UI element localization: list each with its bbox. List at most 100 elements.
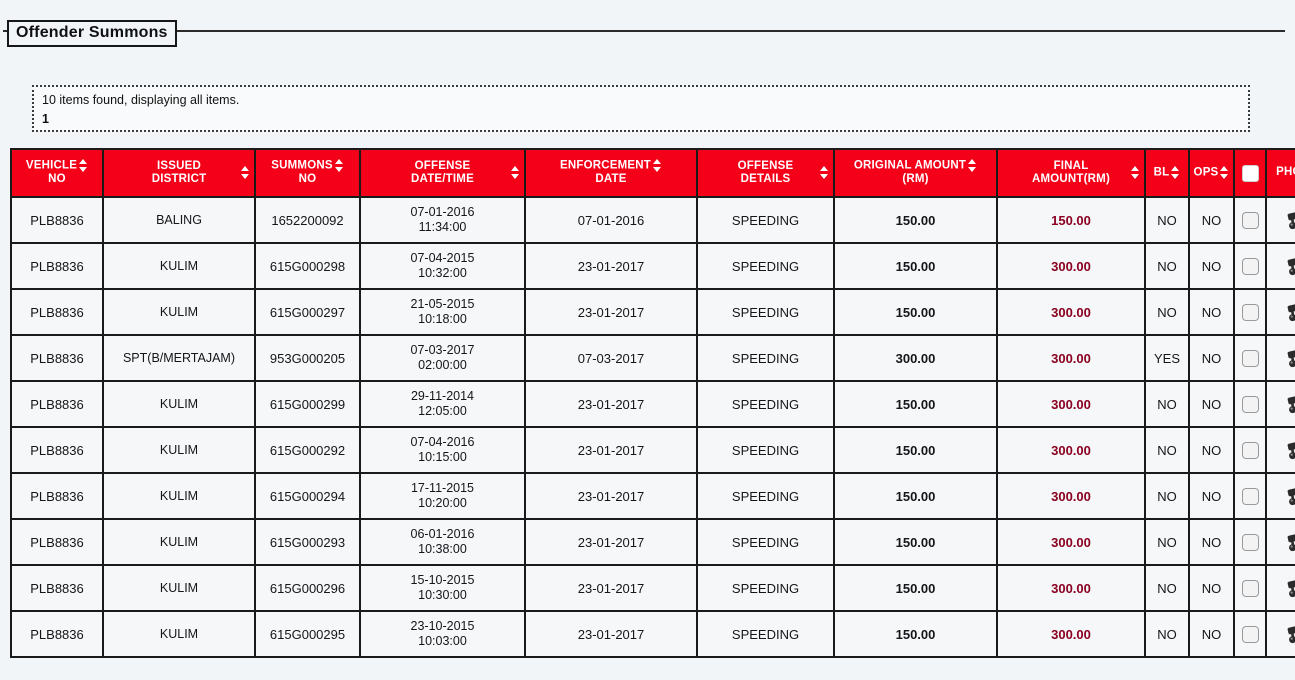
cell-row-select[interactable] — [1233, 380, 1267, 428]
summons-table-wrapper: VEHICLE NO ISSUED DISTRICT SUMMONS NO OF… — [10, 148, 1295, 658]
cell-row-select[interactable] — [1233, 564, 1267, 612]
cell-summons-no: 953G000205 — [254, 334, 361, 382]
cell-photo[interactable] — [1265, 334, 1295, 382]
results-info-box: 10 items found, displaying all items. 1 — [32, 85, 1250, 132]
cell-offense-datetime: 07-04-2016 10:15:00 — [359, 426, 526, 474]
cell-offense-details: SPEEDING — [696, 196, 835, 244]
cell-photo[interactable] — [1265, 380, 1295, 428]
column-header-select-all[interactable] — [1233, 148, 1267, 198]
row-select-checkbox[interactable] — [1241, 533, 1259, 551]
panel-legend-wrapper: Offender Summons — [7, 20, 177, 47]
row-select-checkbox[interactable] — [1241, 441, 1259, 459]
cell-issued-district: BALING — [102, 196, 256, 244]
row-select-checkbox[interactable] — [1241, 395, 1259, 413]
pagination-current-page[interactable]: 1 — [42, 111, 1240, 127]
row-select-checkbox[interactable] — [1241, 211, 1259, 229]
view-photo-button[interactable] — [1285, 393, 1295, 415]
column-header-bl[interactable]: BL — [1144, 148, 1190, 198]
header-label-enforcement-date-line1: ENFORCEMENT — [559, 159, 651, 172]
cell-photo[interactable] — [1265, 564, 1295, 612]
view-photo-button[interactable] — [1285, 577, 1295, 599]
cell-row-select[interactable] — [1233, 426, 1267, 474]
sort-arrows-icon[interactable] — [241, 166, 250, 179]
cell-offense-datetime: 07-03-2017 02:00:00 — [359, 334, 526, 382]
cell-summons-no: 1652200092 — [254, 196, 361, 244]
select-all-checkbox[interactable] — [1241, 164, 1259, 182]
cell-photo[interactable] — [1265, 426, 1295, 474]
row-select-checkbox[interactable] — [1241, 487, 1259, 505]
view-photo-button[interactable] — [1285, 255, 1295, 277]
sort-arrows-icon[interactable] — [1131, 166, 1140, 179]
cell-photo[interactable] — [1265, 196, 1295, 244]
cell-enforcement-date: 23-01-2017 — [524, 426, 698, 474]
cell-offense-datetime: 07-01-2016 11:34:00 — [359, 196, 526, 244]
column-header-ops[interactable]: OPS — [1188, 148, 1235, 198]
header-label-issued-district-line1: ISSUED — [156, 159, 202, 172]
row-select-checkbox[interactable] — [1241, 625, 1259, 643]
cell-row-select[interactable] — [1233, 610, 1267, 658]
column-header-summons-no[interactable]: SUMMONS NO — [254, 148, 361, 198]
cell-offense-details: SPEEDING — [696, 564, 835, 612]
cell-final-amount: 300.00 — [996, 380, 1146, 428]
column-header-issued-district[interactable]: ISSUED DISTRICT — [102, 148, 256, 198]
view-photo-button[interactable] — [1285, 439, 1295, 461]
cell-issued-district: KULIM — [102, 380, 256, 428]
view-photo-button[interactable] — [1285, 301, 1295, 323]
cell-vehicle-no: PLB8836 — [10, 288, 104, 336]
summons-table-body: PLB8836 BALING 1652200092 07-01-2016 11:34:0… — [10, 196, 1295, 658]
view-photo-button[interactable] — [1285, 531, 1295, 553]
cell-original-amount: 150.00 — [833, 472, 998, 520]
cctv-camera-icon — [1287, 626, 1295, 644]
header-label-final-amount-line2: AMOUNT(RM) — [1031, 173, 1110, 185]
cell-enforcement-date: 07-03-2017 — [524, 334, 698, 382]
column-header-original-amount[interactable]: ORIGINAL AMOUNT (RM) — [833, 148, 998, 198]
cell-enforcement-date: 23-01-2017 — [524, 380, 698, 428]
column-header-enforcement-date[interactable]: ENFORCEMENT DATE — [524, 148, 698, 198]
cctv-camera-icon — [1287, 534, 1295, 552]
sort-arrows-icon[interactable] — [511, 166, 520, 179]
offense-time: 10:20:00 — [418, 496, 467, 510]
cell-photo[interactable] — [1265, 518, 1295, 566]
cell-ops-flag: NO — [1188, 288, 1235, 336]
cell-vehicle-no: PLB8836 — [10, 334, 104, 382]
column-header-offense-details[interactable]: OFFENSE DETAILS — [696, 148, 835, 198]
offense-date: 06-01-2016 — [410, 527, 475, 541]
cell-row-select[interactable] — [1233, 472, 1267, 520]
column-header-vehicle-no[interactable]: VEHICLE NO — [10, 148, 104, 198]
header-label-bl: BL — [1153, 166, 1170, 179]
sort-arrows-icon[interactable] — [820, 166, 829, 179]
row-select-checkbox[interactable] — [1241, 257, 1259, 275]
sort-arrows-icon[interactable] — [79, 159, 88, 173]
cell-summons-no: 615G000293 — [254, 518, 361, 566]
cell-photo[interactable] — [1265, 610, 1295, 658]
cell-original-amount: 150.00 — [833, 426, 998, 474]
cell-enforcement-date: 07-01-2016 — [524, 196, 698, 244]
row-select-checkbox[interactable] — [1241, 303, 1259, 321]
cell-row-select[interactable] — [1233, 288, 1267, 336]
cell-offense-datetime: 21-05-2015 10:18:00 — [359, 288, 526, 336]
cell-final-amount: 150.00 — [996, 196, 1146, 244]
cell-row-select[interactable] — [1233, 334, 1267, 382]
cell-photo[interactable] — [1265, 288, 1295, 336]
cell-row-select[interactable] — [1233, 242, 1267, 290]
view-photo-button[interactable] — [1285, 623, 1295, 645]
column-header-final-amount[interactable]: FINAL AMOUNT(RM) — [996, 148, 1146, 198]
cell-bl-flag: NO — [1144, 472, 1190, 520]
view-photo-button[interactable] — [1285, 209, 1295, 231]
row-select-checkbox[interactable] — [1241, 349, 1259, 367]
sort-arrows-icon[interactable] — [334, 159, 344, 173]
summons-table-head: VEHICLE NO ISSUED DISTRICT SUMMONS NO OF… — [10, 148, 1295, 198]
view-photo-button[interactable] — [1285, 485, 1295, 507]
cell-photo[interactable] — [1265, 242, 1295, 290]
cell-row-select[interactable] — [1233, 196, 1267, 244]
cell-original-amount: 300.00 — [833, 334, 998, 382]
column-header-offense-datetime[interactable]: OFFENSE DATE/TIME — [359, 148, 526, 198]
cell-row-select[interactable] — [1233, 518, 1267, 566]
cell-photo[interactable] — [1265, 472, 1295, 520]
row-select-checkbox[interactable] — [1241, 579, 1259, 597]
sort-arrows-icon[interactable] — [653, 159, 662, 173]
sort-arrows-icon[interactable] — [1171, 165, 1180, 179]
sort-arrows-icon[interactable] — [968, 159, 977, 173]
view-photo-button[interactable] — [1285, 347, 1295, 369]
sort-arrows-icon[interactable] — [1220, 165, 1229, 179]
